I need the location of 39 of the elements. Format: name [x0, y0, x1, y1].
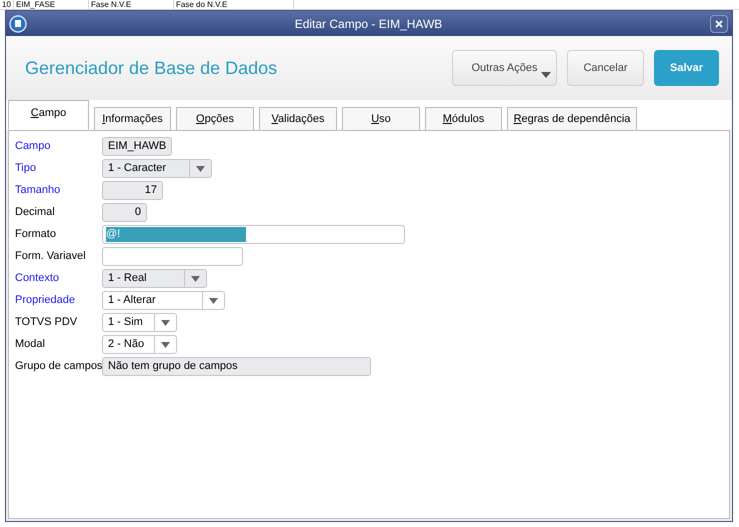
field-label: Campo [15, 139, 52, 154]
close-icon [715, 20, 723, 28]
table-cell: Fase N.V.E [89, 0, 174, 9]
table-cell: 10 [0, 0, 14, 9]
input-field[interactable] [102, 247, 243, 266]
cancel-button[interactable]: Cancelar [567, 50, 644, 86]
tab[interactable]: Módulos [425, 107, 502, 130]
tab[interactable]: Validações [259, 107, 337, 130]
tab[interactable]: Informações [94, 107, 171, 130]
page-title: Gerenciador de Base de Dados [25, 56, 278, 80]
window-title: Editar Campo - EIM_HAWB [294, 16, 444, 32]
dropdown[interactable]: 1 - Sim [102, 313, 177, 332]
tab[interactable]: Uso [342, 107, 420, 130]
field-label: TOTVS PDV [15, 315, 78, 330]
dropdown-arrow-icon [191, 276, 200, 282]
field-label: Propriedade [15, 293, 76, 308]
dropdown-arrow-icon [196, 166, 205, 172]
close-button[interactable] [710, 14, 728, 32]
dropdown-arrow-icon [161, 320, 170, 326]
table-cell: EIM_FASE [14, 0, 89, 9]
field-label: Modal [15, 337, 46, 352]
dropdown[interactable]: 2 - Não [102, 335, 177, 354]
table-cell: Fase do N.V.E [174, 0, 294, 9]
menu-button[interactable]: Outras Ações [452, 50, 557, 86]
field-label: Grupo de campos [15, 359, 102, 374]
app-icon [9, 14, 27, 32]
dropdown-arrow-icon [161, 342, 170, 348]
field-label: Formato [15, 227, 57, 242]
field-label: Tamanho [15, 183, 62, 198]
field-label: Decimal [15, 205, 56, 220]
caret-icon [541, 72, 551, 78]
dropdown-arrow-icon [209, 298, 218, 304]
tab[interactable]: Opções [176, 107, 254, 130]
tab[interactable]: Campo [8, 100, 89, 130]
dropdown[interactable]: 1 - Alterar [102, 291, 225, 310]
tab[interactable]: Regras de dependência [507, 107, 637, 130]
field-label: Tipo [15, 161, 37, 176]
field-label: Form. Variavel [15, 249, 87, 264]
field-label: Contexto [15, 271, 60, 286]
